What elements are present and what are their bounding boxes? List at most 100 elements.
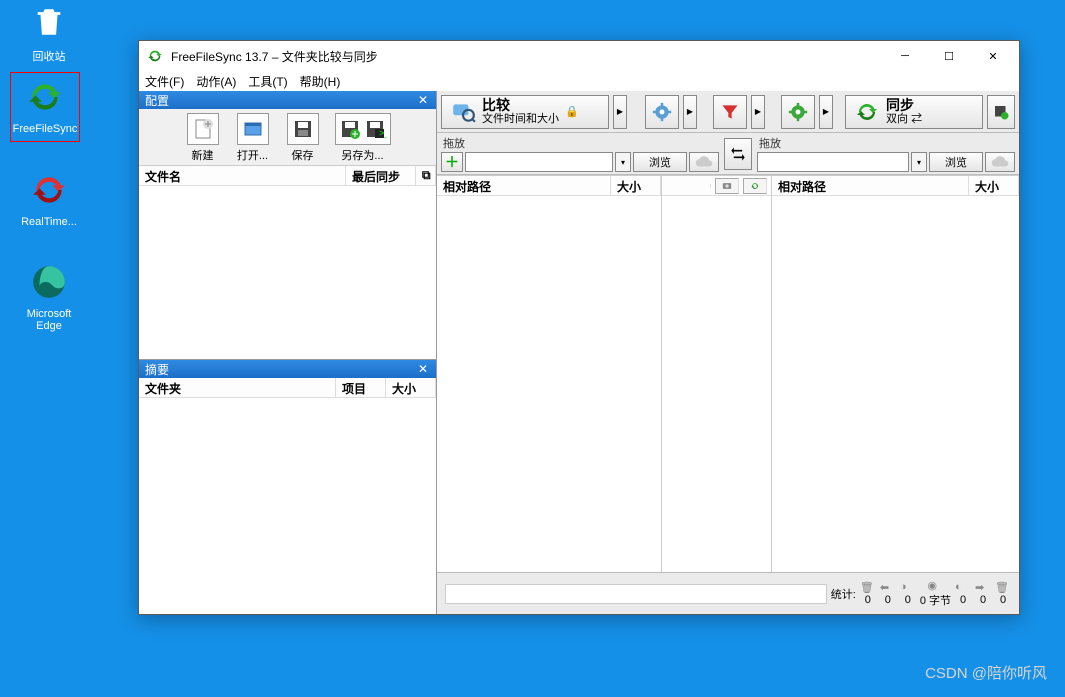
menubar: 文件(F) 动作(A) 工具(T) 帮助(H) <box>139 71 1019 91</box>
middle-grid-body[interactable] <box>662 196 771 572</box>
view-action-button[interactable] <box>743 178 767 194</box>
label: FreeFileSync <box>11 123 79 135</box>
col-size-left[interactable]: 大小 <box>611 176 661 195</box>
recycle-bin-icon <box>27 0 71 44</box>
new-button[interactable]: 新建 <box>179 113 227 163</box>
status-bar: 统计: 🗑0 ⬅0 ◑0 ◉0 字节 ◐0 ➡0 🗑0 <box>437 572 1019 614</box>
open-icon <box>237 113 269 145</box>
stat-update-left: ⬅0 <box>880 581 896 606</box>
right-cloud-button[interactable] <box>985 152 1015 172</box>
stat-delete-left: ◑0 <box>900 581 916 606</box>
settings-button[interactable] <box>645 95 679 129</box>
right-grid-body[interactable] <box>772 196 1019 572</box>
compare-dropdown[interactable]: ▶ <box>613 95 627 129</box>
open-button[interactable]: 打开... <box>229 113 277 163</box>
compare-button[interactable]: 比较文件时间和大小 🔒 <box>441 95 609 129</box>
right-path-input[interactable] <box>757 152 909 172</box>
col-lastsync[interactable]: 最后同步 <box>346 166 416 185</box>
right-drag-label: 拖放 <box>757 135 1015 151</box>
minimize-button[interactable]: ─ <box>883 42 927 70</box>
desktop-icon-recycle-bin[interactable]: 回收站 <box>14 0 84 64</box>
left-path-section: 拖放 ＋ ▾ 浏览 <box>441 135 719 172</box>
right-browse-button[interactable]: 浏览 <box>929 152 983 172</box>
config-title: 配置 <box>145 92 169 109</box>
right-path-dropdown[interactable]: ▾ <box>911 152 927 172</box>
settings-dropdown[interactable]: ▶ <box>683 95 697 129</box>
window-title: FreeFileSync 13.7 – 文件夹比较与同步 <box>167 48 883 65</box>
comparison-panel: 比较文件时间和大小 🔒 ▶ ▶ ▶ ▶ 同步双向 ⇄ <box>437 91 1019 614</box>
comparison-grid: 相对路径 大小 相对路径 大小 <box>437 175 1019 572</box>
config-list-header: 文件名 最后同步 ⧉ <box>139 166 436 186</box>
left-grid-body[interactable] <box>437 196 661 572</box>
desktop-icon-edge[interactable]: Microsoft Edge <box>14 260 84 332</box>
col-relpath-right[interactable]: 相对路径 <box>772 176 969 195</box>
add-pair-button[interactable]: ＋ <box>441 152 463 172</box>
edge-icon <box>27 260 71 304</box>
col-size-right[interactable]: 大小 <box>969 176 1019 195</box>
sync-icon <box>854 99 880 125</box>
config-panel: 配置 ✕ 新建 打开... 保存 <box>139 91 437 614</box>
menu-action[interactable]: 动作(A) <box>196 73 236 90</box>
svg-text:>_: >_ <box>379 128 387 138</box>
menu-file[interactable]: 文件(F) <box>145 73 184 90</box>
col-folder[interactable]: 文件夹 <box>139 378 336 397</box>
lock-icon: 🔒 <box>565 105 579 118</box>
label: 回收站 <box>14 48 84 64</box>
swap-sides-button[interactable] <box>724 138 752 170</box>
summary-list-header: 文件夹 项目 大小 <box>139 378 436 398</box>
right-grid: 相对路径 大小 <box>772 176 1019 572</box>
save-button[interactable]: 保存 <box>279 113 327 163</box>
label: RealTime... <box>14 216 84 228</box>
sync-button[interactable]: 同步双向 ⇄ <box>845 95 983 129</box>
realtime-icon <box>27 168 71 212</box>
left-drag-label: 拖放 <box>441 135 719 151</box>
label: Microsoft Edge <box>14 308 84 332</box>
saveas-button[interactable]: >_ 另存为... <box>329 113 397 163</box>
col-options-icon[interactable]: ⧉ <box>416 166 436 185</box>
filter-button[interactable] <box>713 95 747 129</box>
menu-help[interactable]: 帮助(H) <box>300 73 341 90</box>
col-relpath-left[interactable]: 相对路径 <box>437 176 611 195</box>
freefilesync-window: FreeFileSync 13.7 – 文件夹比较与同步 ─ ☐ ✕ 文件(F)… <box>138 40 1020 615</box>
col-items[interactable]: 项目 <box>336 378 386 397</box>
stat-update-right: ➡0 <box>975 581 991 606</box>
freefilesync-icon <box>23 75 67 119</box>
app-icon <box>147 48 163 64</box>
maximize-button[interactable]: ☐ <box>927 42 971 70</box>
compare-icon <box>450 99 476 125</box>
left-cloud-button[interactable] <box>689 152 719 172</box>
config-list[interactable] <box>139 186 436 359</box>
sync-batch-button[interactable] <box>987 95 1015 129</box>
action-toolbar: 比较文件时间和大小 🔒 ▶ ▶ ▶ ▶ 同步双向 ⇄ <box>437 91 1019 133</box>
left-browse-button[interactable]: 浏览 <box>633 152 687 172</box>
watermark: CSDN @陪你听风 <box>925 662 1047 683</box>
config-panel-header[interactable]: 配置 ✕ <box>139 91 436 109</box>
right-path-section: 拖放 ▾ 浏览 <box>757 135 1015 172</box>
sync-settings-dropdown[interactable]: ▶ <box>819 95 833 129</box>
left-grid: 相对路径 大小 <box>437 176 662 572</box>
stat-delete-right: 🗑0 <box>995 581 1011 606</box>
menu-tools[interactable]: 工具(T) <box>248 73 287 90</box>
desktop-icon-freefilesync[interactable]: FreeFileSync <box>10 72 80 142</box>
sync-settings-button[interactable] <box>781 95 815 129</box>
desktop-icon-realtime[interactable]: RealTime... <box>14 168 84 228</box>
summary-panel: 摘要 ✕ 文件夹 项目 大小 <box>139 359 436 614</box>
close-summary-panel[interactable]: ✕ <box>416 362 430 376</box>
stat-create-right: ◐0 <box>955 581 971 606</box>
new-icon <box>187 113 219 145</box>
summary-panel-header[interactable]: 摘要 ✕ <box>139 360 436 378</box>
stat-create-left: 🗑0 <box>860 581 876 606</box>
titlebar[interactable]: FreeFileSync 13.7 – 文件夹比较与同步 ─ ☐ ✕ <box>139 41 1019 71</box>
config-toolbar: 新建 打开... 保存 >_ 另存为... <box>139 109 436 166</box>
middle-grid <box>662 176 772 572</box>
left-path-dropdown[interactable]: ▾ <box>615 152 631 172</box>
view-category-button[interactable] <box>715 178 739 194</box>
left-path-input[interactable] <box>465 152 613 172</box>
save-icon <box>287 113 319 145</box>
close-button[interactable]: ✕ <box>971 42 1015 70</box>
col-filename[interactable]: 文件名 <box>139 166 346 185</box>
close-config-panel[interactable]: ✕ <box>416 93 430 107</box>
filter-dropdown[interactable]: ▶ <box>751 95 765 129</box>
col-size[interactable]: 大小 <box>386 378 436 397</box>
summary-list[interactable] <box>139 398 436 614</box>
